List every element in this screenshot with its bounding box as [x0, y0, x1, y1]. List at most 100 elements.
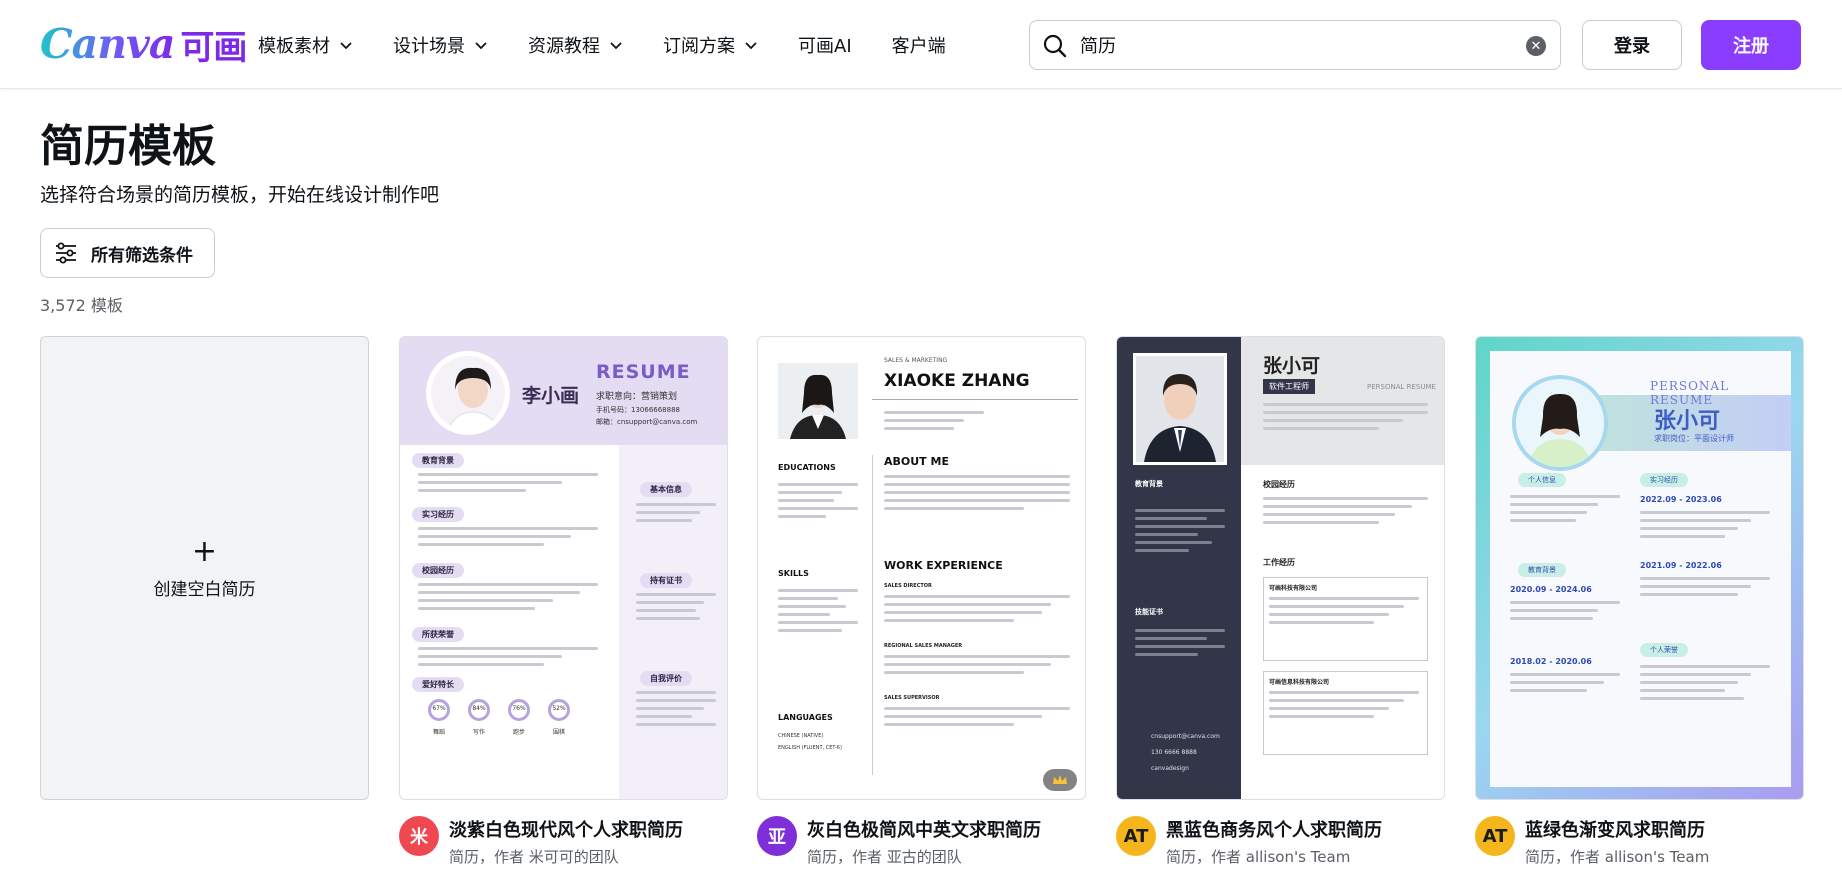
template-card[interactable]: SALES & MARKETING XIAOKE ZHANG ABOUT ME … — [757, 336, 1086, 866]
filters-label: 所有筛选条件 — [91, 245, 193, 266]
preview-left-heading: LANGUAGES — [778, 713, 833, 722]
all-filters-button[interactable]: 所有筛选条件 — [40, 228, 215, 278]
nav-label: 可画AI — [798, 35, 852, 57]
template-card[interactable]: PERSONAL RESUME 张小可 求职岗位：平面设计师 个人信息 教育背景… — [1475, 336, 1804, 866]
preview-pill: 教育背景 — [1518, 563, 1566, 577]
preview-contact: canvadesign — [1151, 765, 1189, 772]
gauge-value: 84% — [472, 705, 486, 712]
preview-section: 校园经历 — [412, 563, 464, 578]
portrait-photo — [1133, 353, 1227, 465]
template-count: 3,572 模板 — [40, 296, 123, 315]
page-subtitle: 选择符合场景的简历模板，开始在线设计制作吧 — [40, 184, 440, 206]
create-blank-resume-card[interactable]: + 创建空白简历 — [40, 336, 369, 800]
logo-chinese: 可画 — [180, 27, 247, 68]
clear-icon[interactable]: ✕ — [1526, 36, 1546, 56]
gauge-label: 舞蹈 — [432, 729, 445, 736]
preview-heading: RESUME — [596, 361, 691, 383]
plus-icon: + — [191, 533, 218, 569]
canva-logo[interactable]: Canva 可画 — [40, 20, 247, 68]
chevron-down-icon — [610, 41, 622, 49]
preview-section: 所获荣誉 — [412, 627, 464, 642]
preview-name: XIAOKE ZHANG — [884, 371, 1030, 391]
logo-wordmark: Canva — [40, 20, 175, 68]
preview-section: 实习经历 — [412, 507, 464, 522]
gauge-label: 写作 — [472, 729, 485, 736]
preview-side-section: 持有证书 — [640, 573, 692, 588]
premium-crown-icon — [1043, 769, 1077, 791]
preview-job: 求职意向：营销策划 — [596, 392, 678, 402]
author-avatar[interactable]: 亚 — [757, 816, 797, 856]
preview-left-section: 教育背景 — [1135, 480, 1163, 488]
template-meta: AT 黑蓝色商务风个人求职简历 简历，作者 allison's Team — [1116, 816, 1445, 872]
nav-label: 设计场景 — [393, 35, 465, 57]
template-card[interactable]: 张小可 软件工程师 PERSONAL RESUME 教育背景 技能证书 cnsu… — [1116, 336, 1445, 866]
preview-date: 2021.09 - 2022.06 — [1640, 561, 1722, 570]
top-navigation-bar: Canva 可画 模板素材 设计场景 资源教程 订阅方案 可画AI 客户端 ✕ — [0, 0, 1842, 89]
preview-name: 张小可 — [1263, 355, 1321, 377]
gauge-value: 67% — [432, 705, 446, 712]
template-title[interactable]: 淡紫白色现代风个人求职简历 — [449, 816, 683, 842]
template-title[interactable]: 蓝绿色渐变风求职简历 — [1525, 816, 1705, 842]
preview-section: 教育背景 — [412, 453, 464, 468]
preview-about-heading: ABOUT ME — [884, 455, 949, 468]
preview-company: 可画信息科技有限公司 — [1269, 679, 1330, 686]
template-author: 简历，作者 亚古的团队 — [807, 848, 962, 866]
preview-side-section: 自我评价 — [640, 671, 692, 686]
nav-desktop-app[interactable]: 客户端 — [892, 32, 946, 58]
preview-company: 可画科技有限公司 — [1269, 585, 1318, 592]
nav-ai[interactable]: 可画AI — [798, 32, 852, 58]
author-avatar[interactable]: AT — [1116, 816, 1156, 856]
author-avatar[interactable]: AT — [1475, 816, 1515, 856]
preview-right-section: 工作经历 — [1263, 558, 1295, 567]
preview-date: 2022.09 - 2023.06 — [1640, 495, 1722, 504]
nav-pricing[interactable]: 订阅方案 — [663, 32, 758, 58]
template-thumbnail[interactable]: 李小画 RESUME 求职意向：营销策划 手机号码：13066668888 邮箱… — [399, 336, 728, 800]
nav-templates[interactable]: 模板素材 — [258, 32, 353, 58]
preview-tag-en: PERSONAL RESUME — [1367, 383, 1436, 391]
gauge-label: 跑步 — [512, 729, 525, 736]
portrait-photo — [1512, 375, 1608, 471]
nav-label: 资源教程 — [528, 35, 600, 57]
preview-role: SALES & MARKETING — [884, 357, 948, 364]
main-nav: 模板素材 设计场景 资源教程 订阅方案 可画AI 客户端 — [258, 0, 986, 89]
template-thumbnail[interactable]: 张小可 软件工程师 PERSONAL RESUME 教育背景 技能证书 cnsu… — [1116, 336, 1445, 800]
preview-left-heading: EDUCATIONS — [778, 463, 836, 472]
preview-phone: 手机号码：13066668888 — [596, 406, 680, 414]
preview-contact: cnsupport@canva.com — [1151, 733, 1220, 740]
search-input[interactable] — [1080, 29, 1500, 61]
gauge-value: 76% — [512, 705, 526, 712]
preview-name: 张小可 — [1654, 409, 1721, 434]
nav-label: 模板素材 — [258, 35, 330, 57]
template-author: 简历，作者 allison's Team — [1166, 848, 1351, 866]
preview-pill: 实习经历 — [1640, 473, 1688, 487]
author-avatar[interactable]: 米 — [399, 816, 439, 856]
signup-button[interactable]: 注册 — [1701, 20, 1801, 70]
template-card[interactable]: 李小画 RESUME 求职意向：营销策划 手机号码：13066668888 邮箱… — [399, 336, 728, 866]
preview-job: REGIONAL SALES MANAGER — [884, 643, 963, 649]
preview-job: 求职岗位：平面设计师 — [1654, 434, 1734, 443]
nav-resources[interactable]: 资源教程 — [528, 32, 623, 58]
preview-left-section: 技能证书 — [1135, 608, 1163, 616]
template-author: 简历，作者 米可可的团队 — [449, 848, 619, 866]
resume-page: PERSONAL RESUME 张小可 求职岗位：平面设计师 个人信息 教育背景… — [1490, 351, 1791, 787]
chevron-down-icon — [475, 41, 487, 49]
preview-section: 爱好特长 — [412, 677, 464, 692]
preview-email: 邮箱：cnsupport@canva.com — [596, 418, 698, 426]
template-meta: 亚 灰白色极简风中英文求职简历 简历，作者 亚古的团队 — [757, 816, 1086, 872]
preview-right-section: 校园经历 — [1263, 480, 1295, 489]
login-button[interactable]: 登录 — [1582, 20, 1682, 70]
template-title[interactable]: 灰白色极简风中英文求职简历 — [807, 816, 1041, 842]
chevron-down-icon — [745, 41, 757, 49]
template-title[interactable]: 黑蓝色商务风个人求职简历 — [1166, 816, 1382, 842]
filter-sliders-icon — [56, 242, 76, 264]
template-author: 简历，作者 allison's Team — [1525, 848, 1710, 866]
nav-design-scenes[interactable]: 设计场景 — [393, 32, 488, 58]
chevron-down-icon — [340, 41, 352, 49]
gauge-value: 52% — [552, 705, 566, 712]
preview-work-heading: WORK EXPERIENCE — [884, 559, 1003, 572]
preview-name: 李小画 — [522, 385, 580, 407]
preview-pill: 个人信息 — [1518, 473, 1566, 487]
template-thumbnail[interactable]: PERSONAL RESUME 张小可 求职岗位：平面设计师 个人信息 教育背景… — [1475, 336, 1804, 800]
template-thumbnail[interactable]: SALES & MARKETING XIAOKE ZHANG ABOUT ME … — [757, 336, 1086, 800]
search-box[interactable]: ✕ — [1029, 20, 1561, 70]
